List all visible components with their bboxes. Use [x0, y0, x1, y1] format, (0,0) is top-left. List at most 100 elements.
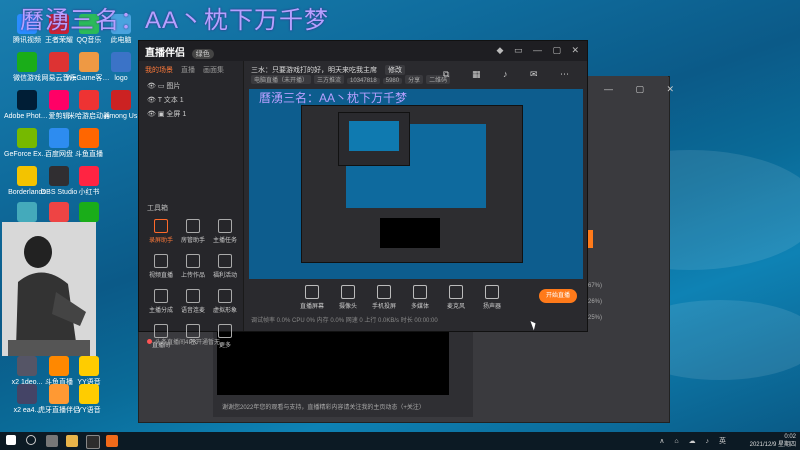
source-label: 摄像头	[338, 304, 357, 310]
scene-item[interactable]: 👁 ▣ 全屏 1	[139, 107, 243, 121]
app-icon	[17, 90, 37, 110]
tool-label: 视频直播	[148, 273, 173, 279]
toolbox-item[interactable]: 房管助手	[177, 219, 209, 244]
app-icon	[79, 166, 99, 186]
tool-label: 虚拟形象	[212, 308, 237, 314]
stream-meta-tag[interactable]: 三方推流	[314, 75, 345, 84]
file-explorer-icon[interactable]	[66, 435, 78, 447]
scene-tabs: 我的场景 直播 画面集	[139, 61, 243, 79]
tool-icon	[154, 219, 168, 233]
desktop-icon[interactable]: YY语音	[66, 356, 112, 387]
clock[interactable]: 0:02 2021/12/9 星期四	[750, 433, 796, 449]
tool-icon	[218, 324, 232, 338]
source-icon	[449, 285, 463, 299]
tool-label: 录屏助手	[148, 238, 173, 244]
top-action-icons[interactable]: ⧉ ▦ ♪ ✉ ⋯	[443, 69, 579, 80]
tool-icon	[218, 219, 232, 233]
window-controls[interactable]: ◆ ▭ — ▢ ✕	[497, 45, 583, 56]
tool-icon	[186, 324, 200, 338]
task-view-icon[interactable]	[46, 435, 58, 447]
toolbox-item[interactable]: 主播任务	[209, 219, 241, 244]
live-preview[interactable]: 曆湧三名：AA丶枕下万千梦	[249, 89, 583, 279]
tab-my-scenes[interactable]: 我的场景	[145, 65, 173, 75]
stream-meta-tag[interactable]: 5980	[382, 78, 403, 84]
tool-icon	[186, 289, 200, 303]
tool-icon	[154, 254, 168, 268]
tab-live[interactable]: 直播	[181, 65, 195, 75]
desktop-icon[interactable]: YY语音	[66, 384, 112, 415]
source-button[interactable]: 多媒体	[407, 285, 433, 310]
app-icon	[79, 356, 99, 376]
app-icon	[111, 52, 131, 72]
app-icon	[79, 90, 99, 110]
source-button[interactable]: 麦克风	[443, 285, 469, 310]
tab-canvas[interactable]: 画面集	[203, 65, 224, 75]
source-icon	[485, 285, 499, 299]
start-live-button[interactable]: 开始直播	[539, 289, 577, 303]
start-icon[interactable]	[6, 435, 16, 445]
nested-black-area	[380, 218, 440, 248]
edit-title-button[interactable]: 修改	[384, 65, 405, 75]
scene-item[interactable]: 👁 ▭ 图片	[139, 79, 243, 93]
app-icon	[17, 356, 37, 376]
tool-label: 主播任务	[212, 238, 237, 244]
app-icon	[79, 52, 99, 72]
tool-label: 上传作品	[180, 273, 205, 279]
webcam-overlay	[2, 222, 96, 356]
stream-meta-tag[interactable]: 10347818	[347, 78, 380, 84]
toolbox-item[interactable]: 福利活动	[209, 254, 241, 279]
app-icon	[111, 90, 131, 110]
tool-icon	[186, 254, 200, 268]
desktop-icon[interactable]: 斗鱼直播	[66, 128, 112, 159]
streaming-app-taskbar-icon[interactable]	[86, 435, 100, 449]
app-icon	[79, 202, 99, 222]
game-app-taskbar-icon[interactable]	[106, 435, 118, 447]
tool-label: 房管助手	[180, 238, 205, 244]
toolbox-item[interactable]: 视频直播	[145, 254, 177, 279]
source-button[interactable]: 摄像头	[335, 285, 361, 310]
toolbox-item[interactable]: 上传作品	[177, 254, 209, 279]
tray-icons[interactable]: ∧ ⌂ ☁ ♪ 英	[659, 436, 730, 446]
source-button[interactable]: 直播屏幕	[299, 285, 325, 310]
source-label: 直播屏幕	[299, 304, 324, 310]
alert-dot-icon	[147, 339, 152, 344]
app-icon	[17, 128, 37, 148]
source-label: 麦克风	[446, 304, 465, 310]
streaming-app-window[interactable]: 直播伴侣 绿色 ◆ ▭ — ▢ ✕ 我的场景 直播 画面集 👁 ▭ 图片 👁 T…	[138, 40, 588, 349]
search-icon[interactable]	[26, 435, 36, 445]
preview-overlay-title: 曆湧三名：AA丶枕下万千梦	[259, 91, 408, 105]
tool-label: 福利活动	[212, 273, 237, 279]
tool-icon	[218, 254, 232, 268]
clock-date: 2021/12/9 星期四	[749, 442, 796, 448]
right-side-window[interactable]	[586, 76, 668, 421]
toolbox-item[interactable]: 语音连麦	[177, 289, 209, 314]
toolbox-item[interactable]: 虚拟形象	[209, 289, 241, 314]
stream-title: 三水：只要游戏打的好，明天来吃我主席	[251, 67, 377, 74]
right-window-controls[interactable]: — ▢ ✕	[604, 84, 684, 95]
source-button[interactable]: 扬声器	[479, 285, 505, 310]
app-name: 直播伴侣	[145, 48, 185, 59]
stream-title-row: 三水：只要游戏打的好，明天来吃我主席 修改	[251, 65, 408, 75]
nested-app-preview	[301, 105, 523, 263]
source-toolbar: 直播屏幕 摄像头 手机投屏 多媒体 麦克风 扬声器	[299, 285, 569, 310]
scene-sidebar: 我的场景 直播 画面集 👁 ▭ 图片 👁 T 文本 1 👁 ▣ 全屏 1 工具箱…	[139, 61, 244, 349]
status-bar: 调试帧率 0.0% CPU 0% 内存 0.0% 网速 0 上行 0.0KB/s…	[251, 318, 438, 324]
desktop-icon-label: 小红书	[78, 189, 100, 196]
desktop-icon-label: YY语音	[77, 407, 101, 414]
overlay-title: 曆湧三名：AA丶枕下万千梦	[20, 7, 330, 34]
footer-notice: 头条直播间4 已开通暂无	[147, 337, 220, 346]
toolbox-item[interactable]: 录屏助手	[145, 219, 177, 244]
tool-icon	[218, 289, 232, 303]
background-video-area	[217, 325, 449, 395]
source-icon	[341, 285, 355, 299]
stream-meta-tag[interactable]: 分享	[405, 75, 424, 84]
desktop-icon-label: 斗鱼直播	[75, 151, 103, 158]
desktop-icon[interactable]: 小红书	[66, 166, 112, 197]
title-bar: 直播伴侣 绿色 ◆ ▭ — ▢ ✕	[139, 41, 587, 61]
tool-label: 语音连麦	[180, 308, 205, 314]
source-icon	[377, 285, 391, 299]
stream-meta-tag[interactable]: 电脑直播（未开播）	[251, 75, 312, 84]
toolbox-item[interactable]: 主播分成	[145, 289, 177, 314]
source-button[interactable]: 手机投屏	[371, 285, 397, 310]
scene-item[interactable]: 👁 T 文本 1	[139, 93, 243, 107]
